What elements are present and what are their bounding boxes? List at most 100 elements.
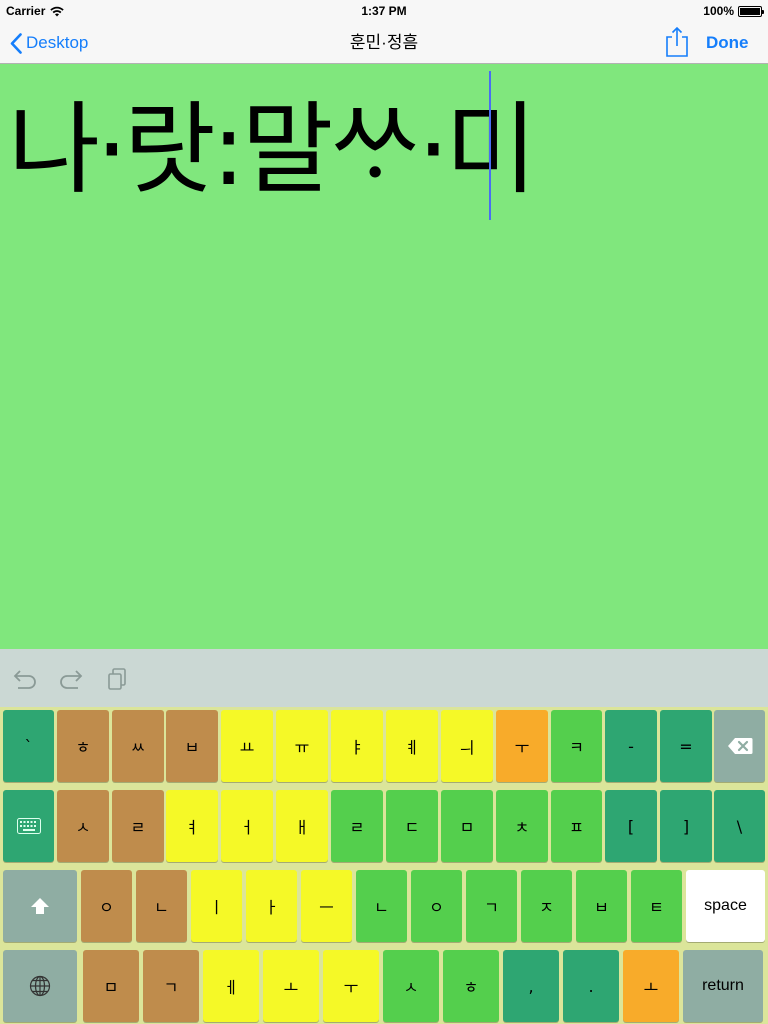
key-label: ㅡ (319, 898, 334, 917)
backspace-icon (727, 737, 753, 755)
keyboard-key[interactable]: ㅅ (57, 790, 109, 862)
key-label: ㄴ (374, 898, 389, 917)
keyboard-key[interactable]: ㅠ (276, 710, 328, 782)
keyboard-key[interactable]: ㅕ (166, 790, 218, 862)
key-label: ㅍ (569, 818, 584, 837)
key-label: ㅌ (649, 898, 664, 917)
globe-icon (29, 975, 51, 997)
battery-fill (740, 7, 760, 15)
key-label: ㅁ (459, 818, 475, 837)
paste-icon (108, 668, 126, 690)
keyboard-key[interactable]: = (660, 710, 712, 782)
key-label: ㅣ (209, 898, 224, 917)
key-label: ㅗ (283, 978, 299, 997)
key-label: ㅋ (569, 738, 584, 757)
keyboard-key[interactable]: ㄱ (143, 950, 199, 1022)
key-label: ㄹ (130, 818, 146, 837)
keyboard-key[interactable]: ㅓ (221, 790, 273, 862)
keyboard-key[interactable]: ㅜ (323, 950, 379, 1022)
key-label: ㄱ (484, 898, 499, 917)
status-bar: Carrier 1:37 PM 100% (0, 0, 768, 22)
key-return[interactable]: return (683, 950, 763, 1022)
keyboard-key[interactable]: ㄹ (331, 790, 383, 862)
keyboard-key[interactable]: ㅣ (191, 870, 242, 942)
keyboard-key[interactable]: [ (605, 790, 657, 862)
keyboard-key[interactable]: ㅂ (166, 710, 218, 782)
keyboard-key[interactable]: . (563, 950, 619, 1022)
key-globe[interactable] (3, 950, 77, 1022)
keyboard-key[interactable]: ㄷ (386, 790, 438, 862)
key-label: ㅇ (429, 898, 444, 917)
keyboard-key[interactable]: ㅗ (263, 950, 319, 1022)
key-label: ㄹ (349, 818, 365, 837)
keyboard-key[interactable]: ㅖ (386, 710, 438, 782)
shift-icon (30, 897, 50, 915)
key-label: ㅑ (349, 738, 365, 757)
key-label: ㅐ (294, 818, 310, 837)
keyboard-key[interactable]: ㅁ (441, 790, 493, 862)
key-label: space (704, 897, 747, 914)
key-label: = (679, 736, 693, 756)
keyboard-key[interactable]: ㅊ (496, 790, 548, 862)
key-backspace[interactable] (714, 710, 765, 782)
editor-text: 나·랏:말ᄊᆞ·미 (8, 91, 537, 208)
keyboard-key[interactable]: ㅏ (246, 870, 297, 942)
status-time: 1:37 PM (361, 4, 407, 18)
keyboard-key[interactable]: ` (3, 710, 54, 782)
key-label: ㅓ (239, 818, 255, 837)
key-label: - (628, 736, 634, 756)
key-label: ㅆ (130, 738, 146, 757)
keyboard-key[interactable]: ㅁ (83, 950, 139, 1022)
navigation-bar: Desktop 훈민·정흠 Done (0, 22, 768, 64)
key-label: ㅎ (75, 738, 91, 757)
battery-icon (738, 5, 764, 17)
keyboard-key[interactable]: ㅛ (221, 710, 273, 782)
keyboard-key[interactable]: ㅆ (112, 710, 164, 782)
share-icon (666, 26, 688, 57)
keyboard-key[interactable]: ㄱ (466, 870, 517, 942)
keyboard-key[interactable]: ㅗ (623, 950, 679, 1022)
paste-button[interactable] (104, 667, 132, 691)
keyboard-key[interactable]: ㅈ (521, 870, 572, 942)
keyboard-key[interactable]: ㅎ (443, 950, 499, 1022)
key-label: , (528, 976, 534, 996)
keyboard-key[interactable]: , (503, 950, 559, 1022)
keyboard-key[interactable]: ㅎ (57, 710, 109, 782)
keyboard-key[interactable]: ㅋ (551, 710, 602, 782)
key-label: ` (24, 736, 33, 756)
undo-button[interactable] (10, 667, 38, 691)
keyboard-key[interactable]: ㄴ (136, 870, 187, 942)
keyboard-key[interactable]: ㅂ (576, 870, 627, 942)
keyboard-key[interactable]: ㅅ (383, 950, 439, 1022)
keyboard-key[interactable]: - (605, 710, 657, 782)
key-space[interactable]: space (686, 870, 765, 942)
key-label: ㅏ (264, 898, 279, 917)
keyboard-key[interactable]: ㅇ (411, 870, 462, 942)
keyboard-key[interactable]: ㅐ (276, 790, 328, 862)
keyboard-icon (16, 818, 41, 834)
back-button[interactable]: Desktop (10, 22, 88, 64)
keyboard-key[interactable]: ㅑ (331, 710, 383, 782)
key-keyboard[interactable] (3, 790, 54, 862)
app-screen: { "status_bar": { "carrier": "Carrier", … (0, 0, 768, 1024)
keyboard-key[interactable]: ㄹ (112, 790, 164, 862)
keyboard-key[interactable]: ㅔ (203, 950, 259, 1022)
keyboard-key[interactable]: ㅌ (631, 870, 682, 942)
keyboard-key[interactable]: ㅜ (496, 710, 548, 782)
text-editor[interactable]: 나·랏:말ᄊᆞ·미 (0, 64, 768, 649)
keyboard-key[interactable]: ] (660, 790, 712, 862)
redo-button[interactable] (58, 667, 86, 691)
key-shift[interactable] (3, 870, 77, 942)
keyboard-key[interactable]: ㅍ (551, 790, 602, 862)
key-label: ㅂ (184, 738, 200, 757)
key-label: ㅂ (594, 898, 609, 917)
keyboard-key[interactable]: ㅢ (441, 710, 493, 782)
keyboard-key[interactable]: ㅡ (301, 870, 352, 942)
key-label: ㅅ (75, 818, 91, 837)
share-button[interactable] (664, 26, 690, 58)
key-label: ㅜ (343, 978, 359, 997)
keyboard-key[interactable]: \ (714, 790, 765, 862)
keyboard-key[interactable]: ㄴ (356, 870, 407, 942)
keyboard-key[interactable]: ㅇ (81, 870, 132, 942)
done-button[interactable]: Done (706, 22, 749, 64)
